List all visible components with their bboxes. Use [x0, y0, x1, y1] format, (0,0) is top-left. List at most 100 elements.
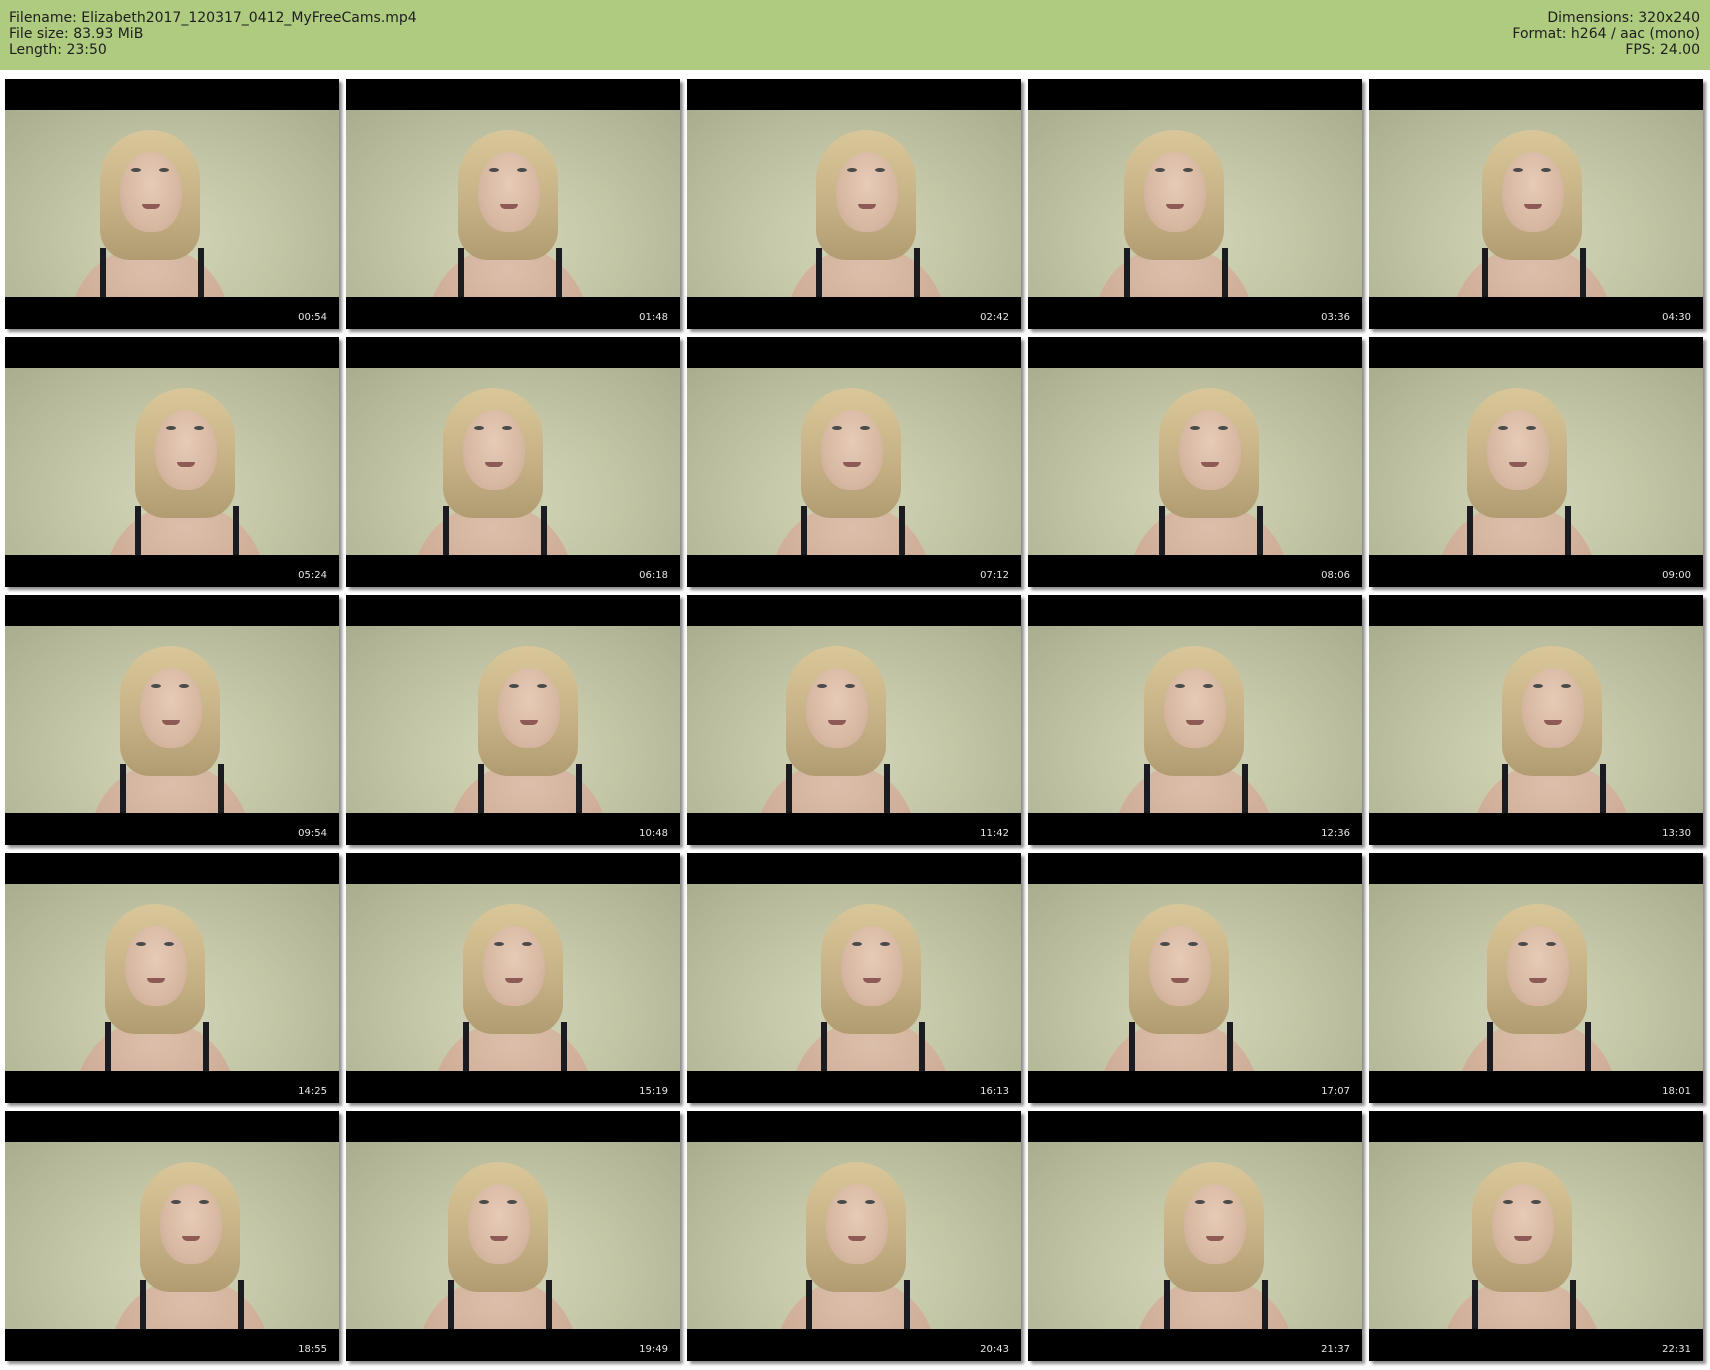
thumbnail-timestamp: 06:18 — [639, 570, 668, 581]
face — [483, 926, 545, 1006]
face — [155, 410, 217, 490]
face — [1502, 152, 1564, 232]
right-eye — [1183, 168, 1193, 172]
video-thumbnail[interactable]: 08:06 — [1028, 337, 1362, 587]
left-strap — [1164, 1280, 1170, 1329]
face — [1507, 926, 1569, 1006]
thumbnail-frame-image — [687, 884, 1021, 1071]
video-thumbnail[interactable]: 18:01 — [1369, 853, 1703, 1103]
video-thumbnail[interactable]: 03:36 — [1028, 79, 1362, 329]
mouth — [843, 462, 861, 467]
left-strap — [1467, 506, 1473, 555]
thumbnail-frame-image — [5, 626, 339, 813]
video-thumbnail[interactable]: 01:48 — [346, 79, 680, 329]
face — [836, 152, 898, 232]
thumbnail-frame-image — [687, 110, 1021, 297]
thumbnail-frame-image — [1028, 884, 1362, 1071]
thumbnail-timestamp: 02:42 — [980, 312, 1009, 323]
person-figure — [1457, 904, 1617, 1071]
video-thumbnail[interactable]: 09:54 — [5, 595, 339, 845]
left-strap — [816, 248, 822, 297]
person-figure — [791, 904, 951, 1071]
mouth — [1206, 1236, 1224, 1241]
face — [821, 410, 883, 490]
face — [1184, 1184, 1246, 1264]
thumbnail-timestamp: 03:36 — [1321, 312, 1350, 323]
person-figure — [75, 904, 235, 1071]
face — [125, 926, 187, 1006]
left-strap — [1487, 1022, 1493, 1071]
thumbnail-timestamp: 11:42 — [980, 828, 1009, 839]
right-strap — [1585, 1022, 1591, 1071]
video-thumbnail[interactable]: 05:24 — [5, 337, 339, 587]
video-thumbnail[interactable]: 20:43 — [687, 1111, 1021, 1361]
face — [1522, 668, 1584, 748]
face — [478, 152, 540, 232]
right-strap — [1570, 1280, 1576, 1329]
video-thumbnail[interactable]: 19:49 — [346, 1111, 680, 1361]
left-eye — [474, 426, 484, 430]
video-thumbnail[interactable]: 00:54 — [5, 79, 339, 329]
mouth — [147, 978, 165, 983]
video-thumbnail[interactable]: 10:48 — [346, 595, 680, 845]
right-strap — [238, 1280, 244, 1329]
left-strap — [100, 248, 106, 297]
video-thumbnail[interactable]: 11:42 — [687, 595, 1021, 845]
left-eye — [837, 1200, 847, 1204]
face — [841, 926, 903, 1006]
thumbnail-timestamp: 19:49 — [639, 1344, 668, 1355]
thumbnail-grid: 00:54 01:48 02:42 03:36 04:30 05:24 06:18 07:12… — [0, 0, 1710, 1370]
left-strap — [105, 1022, 111, 1071]
thumbnail-timestamp: 00:54 — [298, 312, 327, 323]
thumbnail-timestamp: 18:01 — [1662, 1086, 1691, 1097]
video-thumbnail[interactable]: 22:31 — [1369, 1111, 1703, 1361]
thumbnail-frame-image — [1369, 884, 1703, 1071]
left-eye — [847, 168, 857, 172]
mouth — [1524, 204, 1542, 209]
right-eye — [502, 426, 512, 430]
mouth — [1514, 1236, 1532, 1241]
video-thumbnail[interactable]: 09:00 — [1369, 337, 1703, 587]
video-thumbnail[interactable]: 16:13 — [687, 853, 1021, 1103]
video-thumbnail[interactable]: 17:07 — [1028, 853, 1362, 1103]
thumbnail-timestamp: 10:48 — [639, 828, 668, 839]
mouth — [1529, 978, 1547, 983]
video-thumbnail[interactable]: 06:18 — [346, 337, 680, 587]
left-eye — [1190, 426, 1200, 430]
video-thumbnail[interactable]: 13:30 — [1369, 595, 1703, 845]
left-eye — [1175, 684, 1185, 688]
left-strap — [478, 764, 484, 813]
person-figure — [105, 388, 265, 555]
right-strap — [561, 1022, 567, 1071]
left-eye — [166, 426, 176, 430]
mouth — [182, 1236, 200, 1241]
video-thumbnail[interactable]: 14:25 — [5, 853, 339, 1103]
mouth — [520, 720, 538, 725]
video-thumbnail[interactable]: 21:37 — [1028, 1111, 1362, 1361]
mouth — [848, 1236, 866, 1241]
right-strap — [919, 1022, 925, 1071]
left-eye — [1498, 426, 1508, 430]
thumbnail-frame-image — [346, 884, 680, 1071]
video-thumbnail[interactable]: 12:36 — [1028, 595, 1362, 845]
video-thumbnail[interactable]: 02:42 — [687, 79, 1021, 329]
face — [1487, 410, 1549, 490]
person-figure — [1129, 388, 1289, 555]
left-eye — [1533, 684, 1543, 688]
mouth — [500, 204, 518, 209]
video-thumbnail[interactable]: 15:19 — [346, 853, 680, 1103]
person-figure — [756, 646, 916, 813]
person-figure — [428, 130, 588, 297]
left-strap — [1124, 248, 1130, 297]
video-thumbnail[interactable]: 18:55 — [5, 1111, 339, 1361]
person-figure — [1114, 646, 1274, 813]
left-strap — [821, 1022, 827, 1071]
right-eye — [1203, 684, 1213, 688]
face — [463, 410, 525, 490]
mouth — [485, 462, 503, 467]
right-strap — [1565, 506, 1571, 555]
thumbnail-timestamp: 05:24 — [298, 570, 327, 581]
video-thumbnail[interactable]: 07:12 — [687, 337, 1021, 587]
video-thumbnail[interactable]: 04:30 — [1369, 79, 1703, 329]
left-eye — [171, 1200, 181, 1204]
